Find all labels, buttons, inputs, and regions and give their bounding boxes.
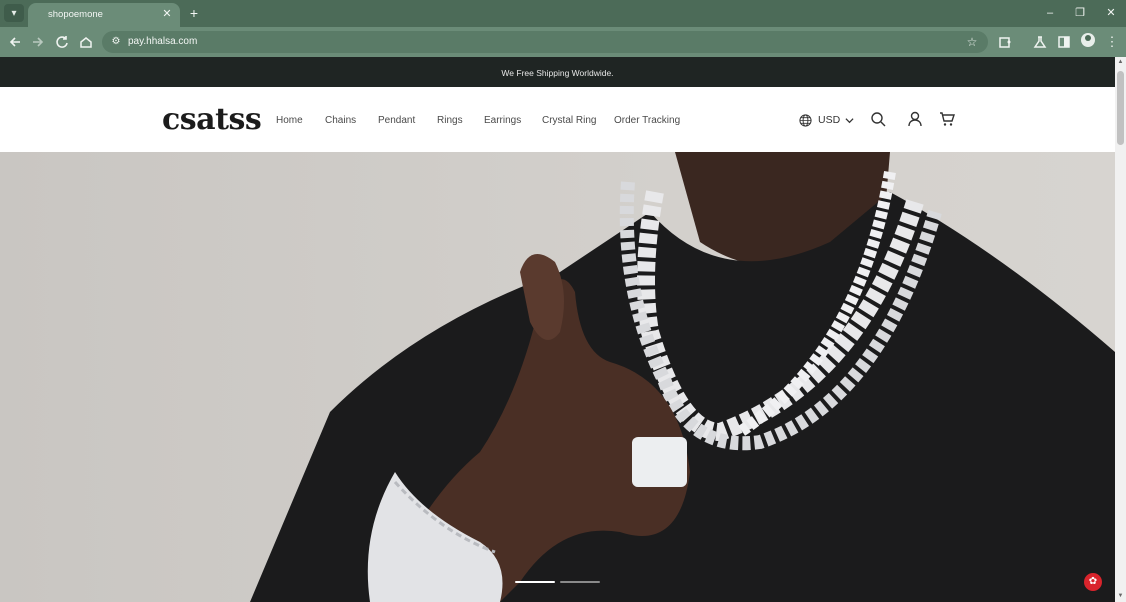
restore-icon: ❐ — [1075, 7, 1085, 19]
browser-tab[interactable]: shopoemone ✕ — [28, 3, 180, 27]
slide-indicator-1[interactable] — [515, 581, 555, 583]
minimize-icon: – — [1046, 7, 1054, 19]
home-icon — [80, 37, 92, 48]
nav-order-tracking[interactable]: Order Tracking — [614, 115, 680, 126]
flask-icon — [1033, 36, 1047, 48]
profile-icon[interactable] — [1081, 33, 1095, 47]
address-bar[interactable]: ⚙ pay.hhalsa.com ☆ — [102, 31, 988, 53]
chat-widget-button[interactable]: ✿ — [1084, 573, 1102, 591]
reload-button[interactable] — [53, 33, 71, 51]
nav-home[interactable]: Home — [276, 115, 303, 126]
close-icon: ✕ — [1106, 7, 1116, 19]
site-logo[interactable]: csatss — [162, 102, 262, 137]
scroll-thumb[interactable] — [1117, 71, 1124, 145]
slide-indicator-2[interactable] — [560, 581, 600, 583]
plus-icon: + — [189, 5, 199, 21]
kebab-menu-icon: ⋮ — [1105, 34, 1119, 49]
globe-icon — [799, 113, 812, 127]
labs-button[interactable] — [1031, 33, 1049, 51]
nav-crystal-ring[interactable]: Crystal Ring — [542, 115, 596, 126]
announcement-text: We Free Shipping Worldwide. — [501, 68, 614, 78]
arrow-right-icon — [33, 37, 44, 47]
extensions-button[interactable] — [996, 33, 1014, 51]
nav-rings[interactable]: Rings — [437, 115, 463, 126]
new-tab-button[interactable]: + — [186, 5, 202, 21]
nav-earrings[interactable]: Earrings — [484, 115, 521, 126]
search-icon — [871, 112, 886, 127]
home-button[interactable] — [77, 33, 95, 51]
browser-toolbar: ⚙ pay.hhalsa.com ☆ ⋮ — [0, 27, 1126, 57]
announcement-bar: We Free Shipping Worldwide. — [0, 57, 1115, 87]
scroll-down-arrow-icon[interactable]: ▼ — [1117, 593, 1124, 600]
back-button[interactable] — [6, 33, 24, 51]
account-button[interactable] — [907, 111, 923, 127]
puzzle-icon — [999, 37, 1011, 48]
side-panel-icon — [1058, 36, 1070, 48]
scroll-up-arrow-icon[interactable]: ▲ — [1117, 59, 1124, 66]
nav-pendant[interactable]: Pendant — [378, 115, 415, 126]
minimize-button[interactable]: – — [1042, 5, 1058, 21]
forward-button[interactable] — [29, 33, 47, 51]
tab-list-button[interactable]: ▾ — [4, 4, 24, 22]
search-button[interactable] — [870, 111, 886, 127]
user-icon — [908, 111, 922, 127]
browser-tab-strip: ▾ shopoemone ✕ + – ❐ ✕ — [0, 0, 1126, 27]
page-scrollbar[interactable]: ▲ ▼ — [1115, 57, 1126, 602]
site-header: csatss Home Chains Pendant Rings Earring… — [0, 87, 1115, 152]
cart-icon — [940, 112, 955, 126]
star-icon[interactable]: ☆ — [964, 34, 980, 50]
url-text[interactable]: pay.hhalsa.com — [128, 36, 197, 47]
hero-banner[interactable] — [0, 152, 1115, 602]
close-tab-icon[interactable]: ✕ — [160, 7, 174, 21]
reload-icon — [56, 36, 68, 48]
currency-selector[interactable]: USD — [799, 112, 854, 128]
tab-title: shopoemone — [48, 9, 103, 20]
arrow-left-icon — [9, 37, 20, 47]
chevron-down-icon: ▾ — [11, 7, 17, 19]
close-window-button[interactable]: ✕ — [1103, 5, 1119, 21]
tune-icon[interactable]: ⚙ — [108, 34, 124, 50]
side-panel-button[interactable] — [1055, 33, 1073, 51]
cart-button[interactable] — [939, 111, 955, 127]
chevron-down-icon — [845, 117, 854, 123]
browser-menu-button[interactable]: ⋮ — [1103, 33, 1121, 51]
nav-chains[interactable]: Chains — [325, 115, 356, 126]
restore-button[interactable]: ❐ — [1072, 5, 1088, 21]
chat-icon: ✿ — [1088, 576, 1098, 587]
hero-image — [0, 152, 1115, 602]
currency-label: USD — [818, 114, 841, 126]
web-page: We Free Shipping Worldwide. csatss Home … — [0, 57, 1115, 602]
